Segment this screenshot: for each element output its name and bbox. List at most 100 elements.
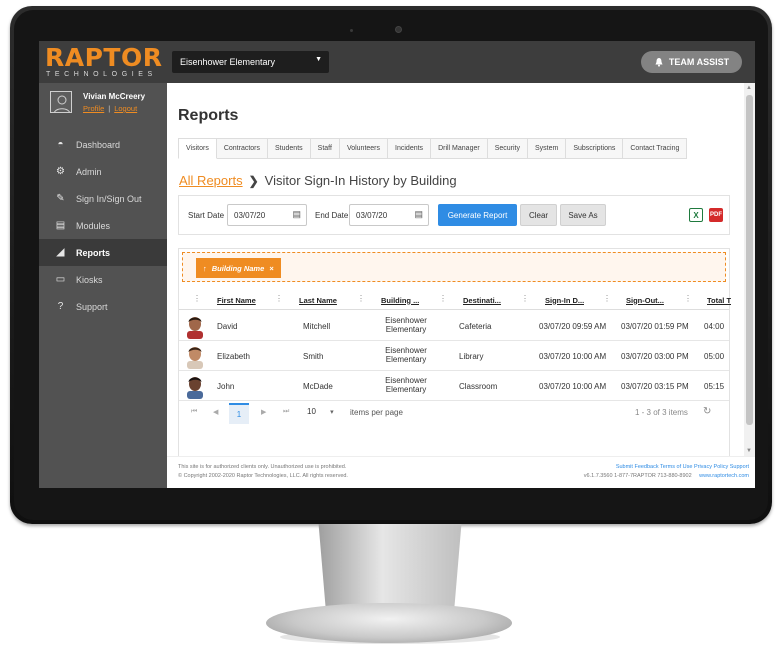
footer-left: This site is for authorized clients only… — [178, 463, 348, 481]
visitor-photo — [187, 377, 203, 399]
tab-security[interactable]: Security — [487, 138, 528, 159]
school-select[interactable]: Eisenhower Elementary ▼ — [172, 51, 329, 73]
monitor-stand-base — [266, 603, 512, 643]
logo-subtitle: TECHNOLOGIES — [46, 71, 157, 78]
clear-button[interactable]: Clear — [520, 204, 557, 226]
group-by-area[interactable]: ↑ Building Name × — [182, 252, 726, 282]
vertical-scrollbar[interactable]: ▲ ▼ — [744, 83, 755, 456]
sidebar: Vivian McCreery Profile | Logout ◓ Dashboar… — [39, 83, 167, 488]
breadcrumb-all-reports[interactable]: All Reports — [179, 173, 243, 188]
prev-page-icon[interactable]: ◀ — [213, 408, 218, 416]
column-menu-icon[interactable]: ⋮ — [603, 294, 611, 303]
excel-export-icon[interactable]: X — [689, 208, 703, 222]
group-chip-building[interactable]: ↑ Building Name × — [196, 258, 281, 278]
column-menu-icon[interactable]: ⋮ — [357, 294, 365, 303]
column-header[interactable]: Last Name — [299, 290, 337, 310]
sign-in-cell: 03/07/20 10:00 AM — [539, 382, 607, 391]
column-menu-icon[interactable]: ⋮ — [684, 294, 692, 303]
destination-cell: Cafeteria — [459, 322, 492, 331]
table-row[interactable]: Elizabeth Smith Eisenhower Elementary Librar… — [179, 341, 729, 371]
group-chip-label: Building Name — [211, 263, 265, 273]
last-name-cell: Mitchell — [303, 322, 331, 331]
tab-incidents[interactable]: Incidents — [388, 138, 432, 159]
tab-volunteers[interactable]: Volunteers — [339, 138, 389, 159]
save-as-button[interactable]: Save As — [560, 204, 606, 226]
close-icon[interactable]: × — [269, 264, 273, 273]
generate-report-button[interactable]: Generate Report — [438, 204, 517, 226]
column-menu-icon[interactable]: ⋮ — [275, 294, 283, 303]
sidebar-item-label: Reports — [76, 247, 111, 258]
tab-drill-manager[interactable]: Drill Manager — [431, 138, 488, 159]
column-header[interactable]: Sign-Out... — [626, 290, 664, 310]
calendar-icon[interactable]: ▤ — [414, 209, 423, 220]
table-row[interactable]: David Mitchell Eisenhower Elementary Cafeter… — [179, 311, 729, 341]
logout-link[interactable]: Logout — [114, 104, 137, 113]
sidebar-item-dashboard[interactable]: ◓ Dashboard — [39, 131, 167, 158]
sign-out-cell: 03/07/20 03:15 PM — [621, 382, 689, 391]
scroll-down-icon[interactable]: ▼ — [746, 448, 752, 454]
camera — [395, 26, 402, 33]
end-date-input[interactable]: 03/07/20 ▤ — [349, 204, 429, 226]
total-time-cell: 05:15 — [704, 382, 725, 391]
table-row[interactable]: John McDade Eisenhower Elementary Classroom 0… — [179, 371, 729, 401]
team-assist-button[interactable]: TEAM ASSIST — [641, 51, 742, 73]
scrollbar-thumb[interactable] — [746, 95, 753, 425]
footer-contact: v6.1.7.3560 1-877-7RAPTOR 713-880-8902 — [583, 473, 692, 479]
sidebar-item-label: Modules — [76, 220, 111, 231]
first-page-icon[interactable]: ⏮ — [191, 408, 197, 416]
column-header[interactable]: Sign-In D... — [545, 290, 584, 310]
tab-visitors[interactable]: Visitors — [178, 138, 217, 159]
team-assist-label: TEAM ASSIST — [668, 57, 730, 67]
sidebar-item-modules[interactable]: ▤ Modules — [39, 212, 167, 239]
column-header[interactable]: Building ... — [381, 290, 419, 310]
sidebar-item-support[interactable]: ? Support — [39, 293, 167, 320]
sidebar-item-reports[interactable]: ◢ Reports — [39, 239, 167, 266]
sidebar-item-label: Sign In/Sign Out — [76, 193, 142, 204]
column-header[interactable]: First Name — [217, 290, 256, 310]
tab-staff[interactable]: Staff — [310, 138, 340, 159]
sign-in-icon: ✎ — [56, 193, 65, 204]
tab-contact-tracing[interactable]: Contact Tracing — [623, 138, 688, 159]
refresh-icon[interactable]: ↻ — [703, 406, 711, 417]
building-cell: Eisenhower Elementary — [381, 346, 431, 364]
link-separator: | — [108, 104, 111, 113]
column-menu-icon[interactable]: ⋮ — [193, 294, 201, 303]
grid-pager: ⏮ ◀ 1 ▶ ⏭ 10 ▾ items per page 1 - 3 of 3… — [179, 400, 729, 426]
sidebar-item-sign-in-sign-out[interactable]: ✎ Sign In/Sign Out — [39, 185, 167, 212]
user-box: Vivian McCreery Profile | Logout — [39, 83, 167, 123]
grid-header: ⋮ First Name ⋮ Last Name ⋮ Building ... ⋮ Desti… — [179, 290, 731, 310]
footer-website-link[interactable]: www.raptortech.com — [699, 473, 749, 479]
tab-subscriptions[interactable]: Subscriptions — [566, 138, 624, 159]
next-page-icon[interactable]: ▶ — [261, 408, 266, 416]
sidebar-item-kiosks[interactable]: ▭ Kiosks — [39, 266, 167, 293]
sidebar-item-admin[interactable]: ⚙ Admin — [39, 158, 167, 185]
scroll-up-icon[interactable]: ▲ — [746, 85, 752, 91]
raptor-logo[interactable]: RAPTOR TECHNOLOGIES — [45, 45, 163, 79]
footer: This site is for authorized clients only… — [167, 456, 755, 488]
pager-info: 1 - 3 of 3 items — [635, 408, 688, 417]
page-1-button[interactable]: 1 — [229, 403, 249, 424]
caret-down-icon: ▾ — [330, 409, 334, 416]
profile-link[interactable]: Profile — [83, 104, 104, 113]
footer-right: Submit Feedback Terms of Use Privacy Pol… — [584, 463, 749, 481]
column-header[interactable]: Destinati... — [463, 290, 501, 310]
user-links: Profile | Logout — [83, 104, 137, 113]
last-page-icon[interactable]: ⏭ — [283, 408, 289, 416]
first-name-cell: Elizabeth — [217, 352, 250, 361]
gear-icon: ⚙ — [56, 166, 65, 177]
page-size-select[interactable]: 10 ▾ — [307, 407, 343, 416]
tab-contractors[interactable]: Contractors — [216, 138, 269, 159]
column-menu-icon[interactable]: ⋮ — [521, 294, 529, 303]
app-screen: RAPTOR TECHNOLOGIES Eisenhower Elementar… — [39, 41, 755, 488]
column-menu-icon[interactable]: ⋮ — [439, 294, 447, 303]
calendar-icon[interactable]: ▤ — [292, 209, 301, 220]
column-header[interactable]: Total T — [707, 290, 731, 310]
dashboard-icon: ◓ — [57, 139, 64, 150]
tab-students[interactable]: Students — [268, 138, 311, 159]
footer-links[interactable]: Submit Feedback Terms of Use Privacy Pol… — [584, 463, 749, 472]
sign-out-cell: 03/07/20 01:59 PM — [621, 322, 689, 331]
tab-system[interactable]: System — [527, 138, 567, 159]
report-tabs: Visitors Contractors Students Staff Voluntee… — [178, 138, 688, 159]
start-date-input[interactable]: 03/07/20 ▤ — [227, 204, 307, 226]
pdf-export-icon[interactable]: PDF — [709, 208, 723, 222]
